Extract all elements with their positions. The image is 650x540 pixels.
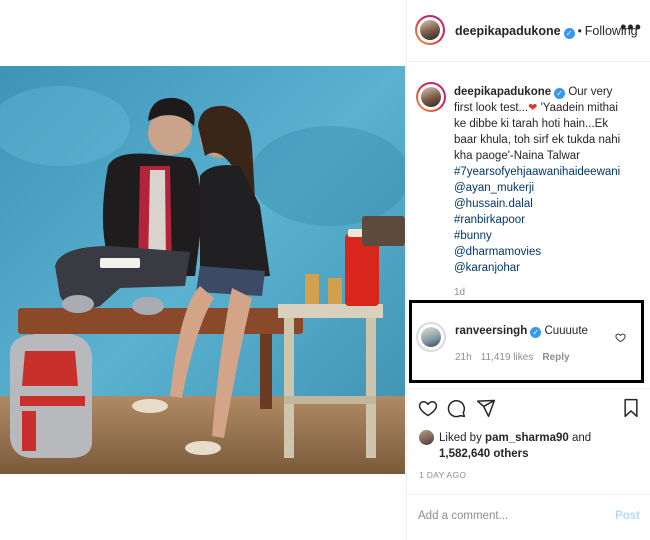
caption-tag[interactable]: @ayan_mukerji [454,180,624,196]
likes-and: and [572,432,592,444]
comment-row: ranveersingh ✓ Cuuuute [455,325,588,338]
post-photo[interactable] [0,66,405,474]
heart-emoji-icon: ❤ [528,102,538,114]
comment-meta: 21h 11,419 likes Reply [455,352,579,363]
header-user-row: deepikapadukone ✓ • Following [455,22,638,40]
caption-username[interactable]: deepikapadukone [454,86,551,98]
header-username[interactable]: deepikapadukone [455,24,561,38]
likes-prefix: Liked by [439,432,482,444]
header-separator: • [577,24,582,38]
comment-like-heart-icon[interactable] [615,330,626,348]
comment-likes[interactable]: 11,419 likes [481,352,534,363]
comment-time[interactable]: 21h [455,352,472,363]
comment-avatar[interactable] [416,322,446,352]
caption-tag[interactable]: @karanjohar [454,260,624,276]
post-comment-button[interactable]: Post [615,510,640,522]
post-header: deepikapadukone ✓ • Following ••• [407,0,650,62]
verified-badge-icon: ✓ [530,327,542,338]
bookmark-icon[interactable] [622,398,640,423]
liked-by-avatar[interactable] [419,430,434,445]
likes-others[interactable]: 1,582,640 others [439,448,529,460]
caption-tag[interactable]: @dharmamovies [454,244,624,260]
caption-tag[interactable]: #bunny [454,228,624,244]
post-caption: deepikapadukone ✓ Our very first look tes… [454,84,624,276]
caption-tag[interactable]: #7yearsofyehjaawanihaideewani [454,164,624,180]
instagram-post: deepikapadukone ✓ • Following ••• deepikapa… [0,0,650,540]
comment-bar: Post [407,494,650,540]
comment-reply-button[interactable]: Reply [542,352,569,363]
header-avatar[interactable] [415,15,445,45]
comment-body: Cuuuute [544,325,588,337]
likes-user[interactable]: pam_sharma90 [485,432,569,444]
verified-badge-icon: ✓ [554,88,566,99]
like-heart-icon[interactable] [418,398,438,423]
caption-avatar[interactable] [416,82,446,112]
comment-bubble-icon[interactable] [446,398,466,423]
likes-summary: Liked by pam_sharma90 and 1,582,640 othe… [439,430,591,462]
column-divider [406,0,407,540]
add-comment-input[interactable] [418,510,598,522]
share-paper-plane-icon[interactable] [476,398,496,423]
more-options-icon[interactable]: ••• [620,18,642,36]
comment-username[interactable]: ranveersingh [455,325,527,337]
caption-time: 1d [454,287,466,298]
verified-badge-icon: ✓ [563,28,575,39]
caption-tag[interactable]: @hussain.dalal [454,196,624,212]
post-photo-illustration [0,66,405,474]
caption-tag[interactable]: #ranbirkapoor [454,212,624,228]
actions-divider [407,388,650,389]
post-timestamp[interactable]: 1 DAY AGO [419,470,466,480]
